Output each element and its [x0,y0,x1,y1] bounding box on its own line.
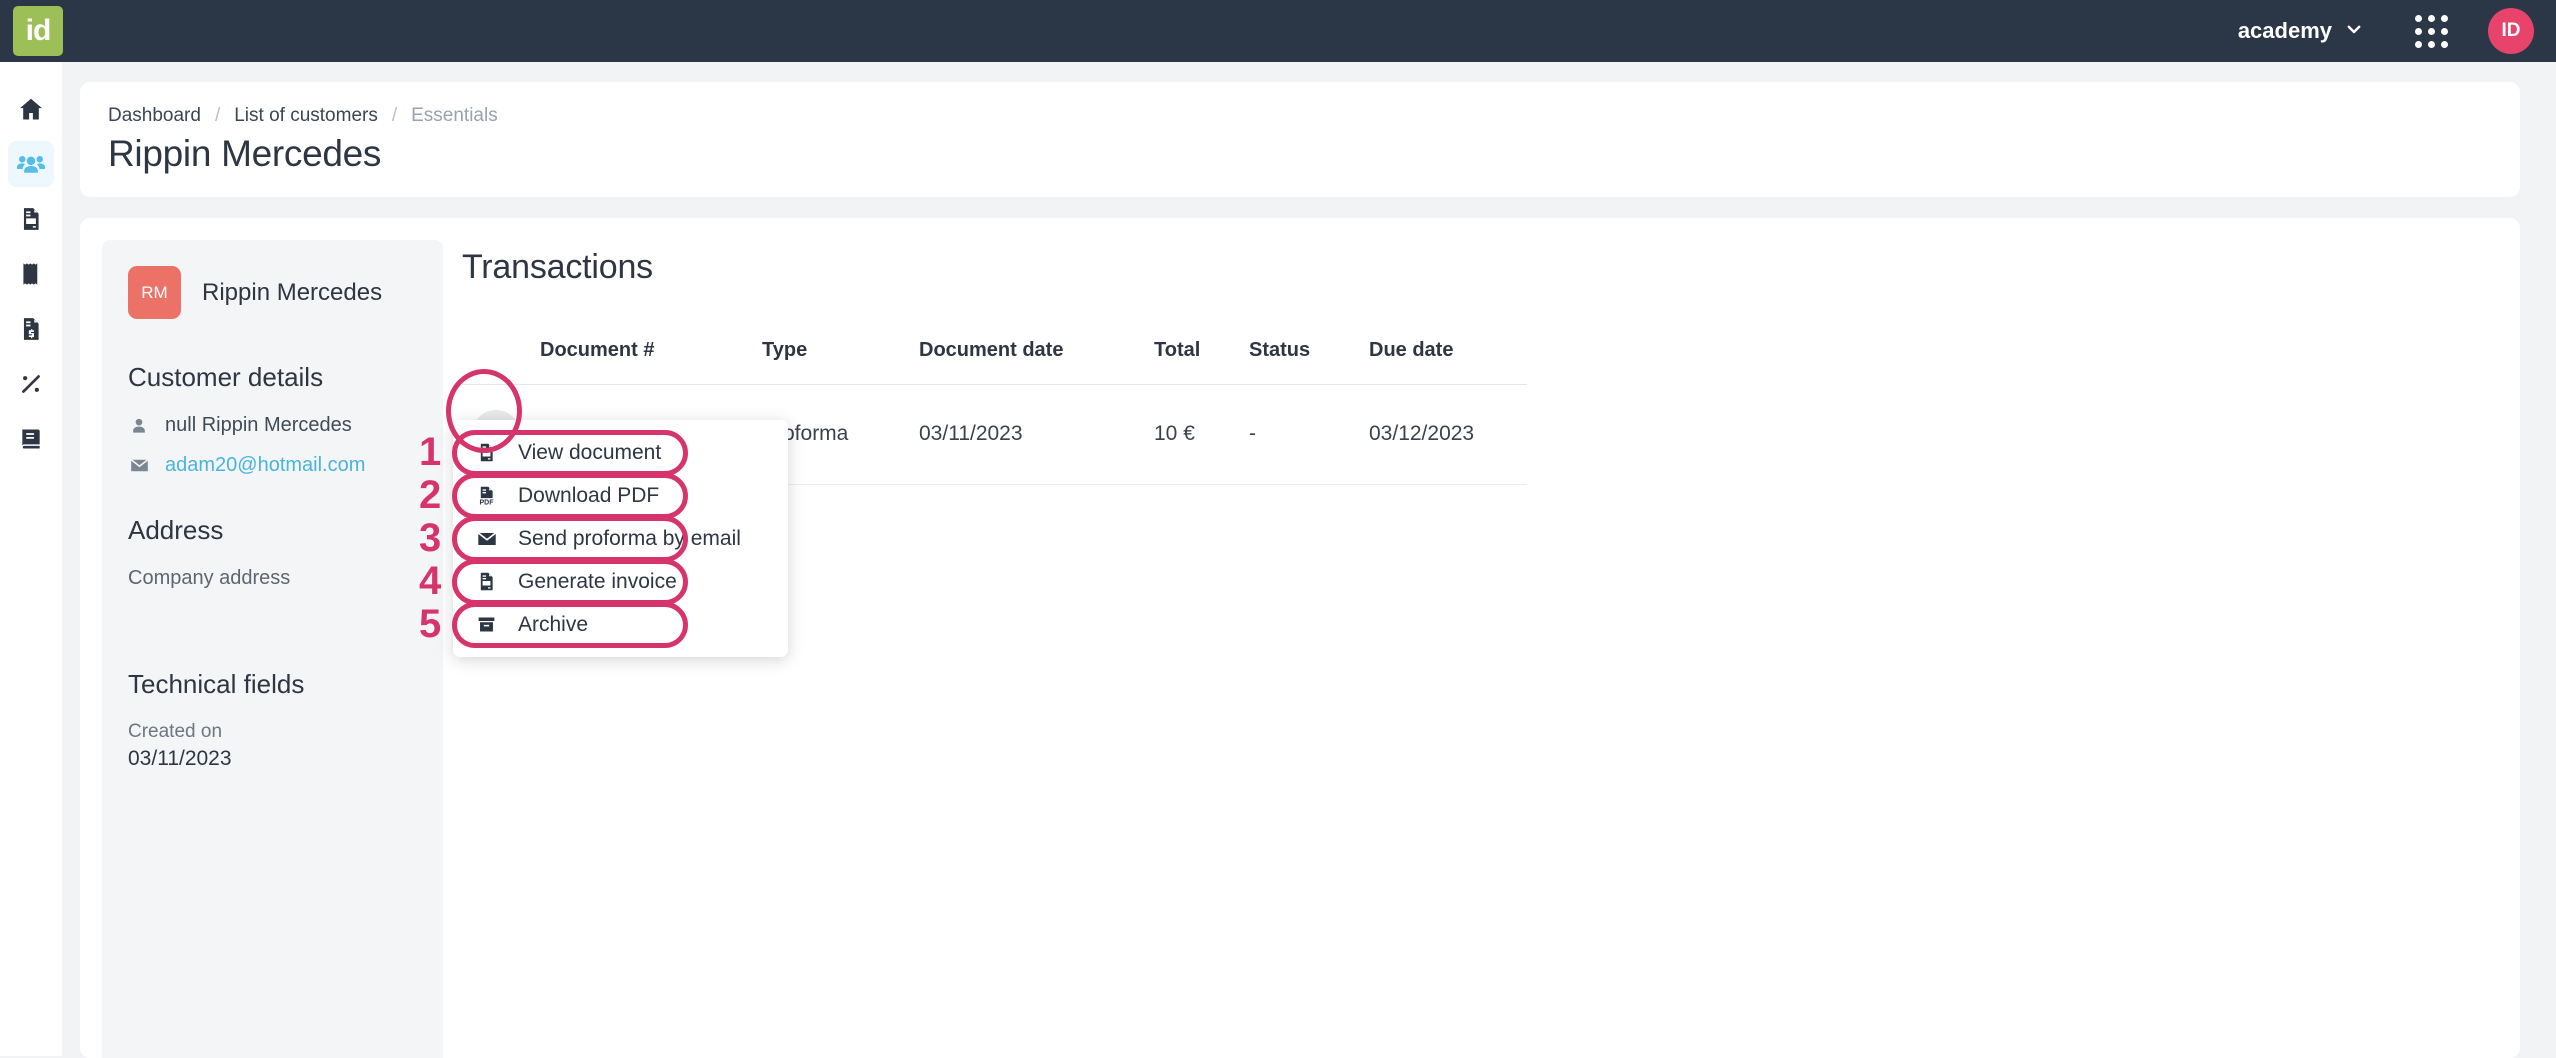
row-due-date: 03/12/2023 [1369,385,1527,485]
transactions-section: Transactions Document # Type Document da… [443,240,2520,1058]
customer-header: RM Rippin Mercedes [128,266,419,319]
invoice-dollar-icon [18,316,44,342]
table-header-row: Document # Type Document date Total Stat… [462,325,1527,385]
receipt-icon [18,261,44,287]
menu-item-download-pdf[interactable]: PDF Download PDF [453,474,788,517]
user-avatar[interactable]: ID [2488,8,2534,54]
top-bar-right: academy ID [2224,0,2556,62]
menu-item-label: Generate invoice [518,570,677,594]
breadcrumb-item-list-of-customers[interactable]: List of customers [234,105,378,127]
page-header-card: Dashboard / List of customers / Essentia… [80,82,2520,197]
menu-item-label: Send proforma by email [518,527,741,551]
breadcrumb-separator: / [392,105,397,127]
menu-item-label: View document [518,441,661,465]
apps-dot [2428,41,2435,48]
row-status: - [1249,385,1369,485]
sidebar-item-ledger[interactable] [8,416,54,462]
customer-avatar: RM [128,266,181,319]
apps-dot [2428,28,2435,35]
breadcrumb-item-essentials: Essentials [411,105,498,127]
column-header-document: Document # [540,325,762,385]
transactions-title: Transactions [462,248,2520,287]
sidebar-item-documents[interactable] [8,196,54,242]
main-content: Dashboard / List of customers / Essentia… [62,62,2556,1056]
customer-contact-name-row: null Rippin Mercedes [128,414,419,437]
breadcrumb-separator: / [215,105,220,127]
sidebar-item-receipts[interactable] [8,251,54,297]
customer-detail-card: RM Rippin Mercedes Customer details null… [80,218,2520,1058]
home-icon [17,95,45,123]
document-icon [475,571,498,592]
technical-fields-heading: Technical fields [128,669,419,700]
column-header-total: Total [1154,325,1249,385]
envelope-icon [475,528,498,550]
breadcrumb-item-dashboard[interactable]: Dashboard [108,105,201,127]
pdf-file-icon: PDF [475,485,498,506]
percent-icon [18,371,44,397]
customer-address-block: Address Company address [128,515,419,590]
breadcrumb: Dashboard / List of customers / Essentia… [108,105,2492,127]
customer-details-heading: Customer details [128,362,419,393]
menu-item-archive[interactable]: Archive [453,603,788,646]
apps-dot [2415,41,2422,48]
column-header-document-date: Document date [919,325,1154,385]
row-actions-dropdown-menu: View document PDF Download PDF Send prof… [453,420,788,657]
apps-dot [2441,15,2448,22]
document-icon [18,206,44,232]
archive-box-icon [475,614,498,635]
book-icon [18,426,44,452]
menu-item-generate-invoice[interactable]: Generate invoice [453,560,788,603]
customer-contact-name: null Rippin Mercedes [165,414,352,437]
technical-fields-block: Technical fields Created on 03/11/2023 [128,669,419,771]
row-total: 10 € [1154,385,1249,485]
transactions-table-head: Document # Type Document date Total Stat… [462,325,1527,385]
sidebar-item-customers[interactable] [8,141,54,187]
top-bar: id academy ID [0,0,2556,62]
svg-text:PDF: PDF [480,499,495,506]
document-icon [475,442,498,463]
apps-dot [2441,28,2448,35]
page-title: Rippin Mercedes [108,133,2492,175]
person-icon [128,416,150,436]
chevron-down-icon [2345,20,2363,38]
apps-grid-icon[interactable] [2415,15,2448,48]
column-header-due-date: Due date [1369,325,1527,385]
sidebar-item-taxes[interactable] [8,361,54,407]
created-on-label: Created on [128,721,419,743]
address-heading: Address [128,515,419,546]
apps-dot [2415,15,2422,22]
menu-item-label: Archive [518,613,588,637]
address-value: Company address [128,567,419,590]
column-header-status: Status [1249,325,1369,385]
customer-name: Rippin Mercedes [202,279,382,307]
apps-dot [2415,28,2422,35]
sidebar-item-invoices[interactable] [8,306,54,352]
menu-item-send-proforma-by-email[interactable]: Send proforma by email [453,517,788,560]
created-on-value: 03/11/2023 [128,747,419,771]
envelope-icon [128,455,150,476]
column-header-actions [462,325,540,385]
menu-item-view-document[interactable]: View document [453,431,788,474]
sidebar-item-home[interactable] [8,86,54,132]
apps-dot [2428,15,2435,22]
app-logo[interactable]: id [13,6,63,56]
customer-summary-panel: RM Rippin Mercedes Customer details null… [102,240,443,1058]
column-header-type: Type [762,325,919,385]
left-sidebar [0,62,62,1056]
people-icon [16,149,46,179]
row-document-date: 03/11/2023 [919,385,1154,485]
apps-dot [2441,41,2448,48]
menu-item-label: Download PDF [518,484,659,508]
org-name-label: academy [2238,18,2332,44]
customer-email-row: adam20@hotmail.com [128,454,419,477]
org-switcher[interactable]: academy [2224,10,2377,52]
customer-email[interactable]: adam20@hotmail.com [165,454,365,477]
